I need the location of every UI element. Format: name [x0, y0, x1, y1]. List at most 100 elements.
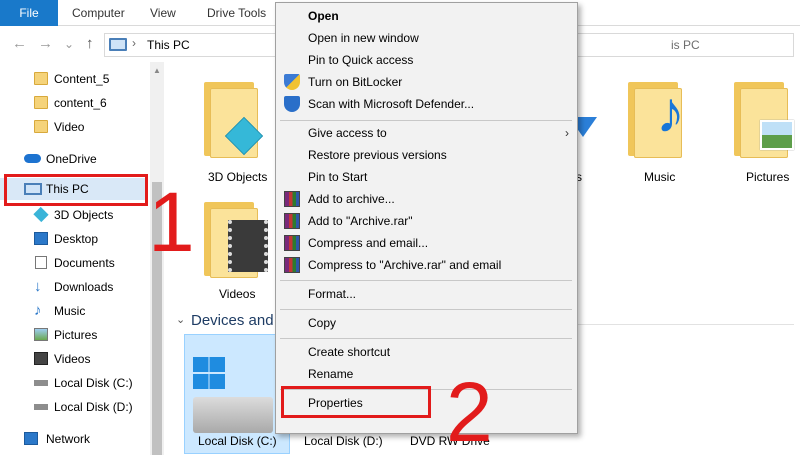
- menu-item-label: Scan with Microsoft Defender...: [308, 97, 475, 111]
- bitlocker-shield-icon: [284, 74, 300, 90]
- winrar-icon: [284, 213, 300, 229]
- sidebar-item-label: Video: [54, 120, 85, 134]
- recent-locations-button[interactable]: ⌄: [64, 37, 74, 51]
- menu-item-compress-rar-email[interactable]: Compress to "Archive.rar" and email: [276, 254, 577, 276]
- folder-icon: [34, 72, 48, 85]
- breadcrumb[interactable]: This PC: [147, 38, 190, 52]
- sidebar-item-documents[interactable]: Documents: [0, 252, 150, 274]
- menu-item-label: Rename: [308, 367, 354, 381]
- menu-item-label: Turn on BitLocker: [308, 75, 403, 89]
- menu-item-label: Open: [308, 9, 339, 23]
- folder-icon: [34, 96, 48, 109]
- sidebar-item-local-disk-c[interactable]: Local Disk (C:): [0, 372, 150, 394]
- menu-separator: [280, 309, 572, 310]
- breadcrumb-overflow: is PC: [671, 38, 700, 52]
- sidebar-item-onedrive[interactable]: OneDrive: [0, 148, 150, 170]
- menu-separator: [280, 338, 572, 339]
- sidebar-item-label: Videos: [54, 352, 91, 366]
- menu-item-open-new-window[interactable]: Open in new window: [276, 27, 577, 49]
- sidebar-item-label: 3D Objects: [54, 208, 114, 222]
- sidebar-item-label: OneDrive: [46, 152, 97, 166]
- chevron-down-icon[interactable]: ⌄: [176, 313, 185, 326]
- menu-item-turn-on-bitlocker[interactable]: Turn on BitLocker: [276, 71, 577, 93]
- forward-button[interactable]: →: [38, 35, 53, 52]
- menu-item-create-shortcut[interactable]: Create shortcut: [276, 341, 577, 363]
- menu-item-label: Restore previous versions: [308, 148, 447, 162]
- menu-item-restore-versions[interactable]: Restore previous versions: [276, 144, 577, 166]
- winrar-icon: [284, 191, 300, 207]
- sidebar-item-video[interactable]: Video: [0, 116, 150, 138]
- menu-item-label: Format...: [308, 287, 357, 301]
- tab-view[interactable]: View: [150, 0, 176, 26]
- menu-item-compress-email[interactable]: Compress and email...: [276, 232, 577, 254]
- defender-icon: [284, 96, 300, 112]
- sidebar-item-content-6[interactable]: content_6: [0, 92, 150, 114]
- document-icon: [35, 256, 47, 269]
- context-menu: Open Open in new window Pin to Quick acc…: [275, 2, 578, 434]
- back-button[interactable]: ←: [12, 35, 27, 52]
- drive-icon: [34, 404, 48, 410]
- menu-separator: [280, 120, 572, 121]
- sidebar-item-label: Pictures: [54, 328, 98, 342]
- tab-computer[interactable]: Computer: [72, 0, 125, 26]
- download-icon: ↓: [34, 278, 42, 295]
- cloud-icon: [24, 154, 41, 163]
- sidebar-item-desktop[interactable]: Desktop: [0, 228, 150, 250]
- section-devices-and-drives[interactable]: Devices and: [191, 312, 274, 329]
- sidebar-item-music[interactable]: ♪ Music: [0, 300, 150, 322]
- drive-label: Local Disk (C:): [198, 434, 277, 448]
- sidebar-item-label: Documents: [54, 256, 115, 270]
- desktop-icon: [34, 232, 48, 245]
- cube-icon: [33, 206, 49, 223]
- tab-drive-tools[interactable]: Drive Tools: [207, 0, 266, 26]
- highlight-box-this-pc: [4, 174, 148, 206]
- sidebar-item-videos[interactable]: Videos: [0, 348, 150, 370]
- picture-icon: [34, 328, 48, 341]
- menu-item-label: Give access to: [308, 126, 387, 140]
- folder-pictures[interactable]: [734, 82, 794, 158]
- menu-item-open[interactable]: Open: [276, 5, 577, 27]
- menu-item-pin-start[interactable]: Pin to Start: [276, 166, 577, 188]
- sidebar-item-pictures[interactable]: Pictures: [0, 324, 150, 346]
- video-icon: [34, 352, 48, 365]
- sidebar-item-network[interactable]: Network: [0, 428, 150, 450]
- tab-file[interactable]: File: [0, 0, 58, 26]
- sidebar-item-content-5[interactable]: Content_5: [0, 68, 150, 90]
- menu-item-rename[interactable]: Rename: [276, 363, 577, 385]
- sidebar-item-label: Downloads: [54, 280, 114, 294]
- folder-label: Pictures: [746, 170, 790, 184]
- breadcrumb-separator: ›: [132, 36, 136, 50]
- sidebar-item-label: Music: [54, 304, 86, 318]
- sidebar-item-label: content_6: [54, 96, 107, 110]
- drive-label: Local Disk (D:): [304, 434, 383, 448]
- folder-3d-objects[interactable]: [204, 82, 264, 158]
- picture-icon: [760, 120, 794, 150]
- menu-item-format[interactable]: Format...: [276, 283, 577, 305]
- sidebar-item-local-disk-d[interactable]: Local Disk (D:): [0, 396, 150, 418]
- highlight-box-properties: [281, 386, 431, 418]
- step-number-2: 2: [446, 365, 493, 455]
- up-button[interactable]: ↑: [86, 35, 94, 52]
- drive-icon: [34, 380, 48, 386]
- music-note-icon: ♪: [656, 80, 685, 145]
- sidebar-item-label: Network: [46, 432, 91, 446]
- sidebar-item-3d-objects[interactable]: 3D Objects: [0, 204, 150, 226]
- menu-item-scan-defender[interactable]: Scan with Microsoft Defender...: [276, 93, 577, 115]
- submenu-arrow-icon: ›: [565, 126, 569, 140]
- menu-item-give-access[interactable]: Give access to ›: [276, 122, 577, 144]
- menu-item-pin-quick-access[interactable]: Pin to Quick access: [276, 49, 577, 71]
- navigation-pane: Content_5 content_6 Video OneDrive This …: [0, 62, 152, 455]
- scroll-up-arrow-icon[interactable]: ▲: [153, 66, 161, 75]
- menu-item-label: Create shortcut: [308, 345, 391, 359]
- sidebar-item-label: Local Disk (D:): [54, 400, 133, 414]
- menu-item-copy[interactable]: Copy: [276, 312, 577, 334]
- folder-icon: [34, 120, 48, 133]
- folder-videos[interactable]: [204, 202, 268, 278]
- menu-item-label: Add to "Archive.rar": [308, 214, 413, 228]
- folder-label: 3D Objects: [208, 170, 268, 184]
- menu-item-add-archive[interactable]: Add to archive...: [276, 188, 577, 210]
- folder-music[interactable]: ♪: [628, 82, 688, 158]
- menu-item-label: Compress and email...: [308, 236, 429, 250]
- menu-item-add-archive-rar[interactable]: Add to "Archive.rar": [276, 210, 577, 232]
- sidebar-item-downloads[interactable]: ↓ Downloads: [0, 276, 150, 298]
